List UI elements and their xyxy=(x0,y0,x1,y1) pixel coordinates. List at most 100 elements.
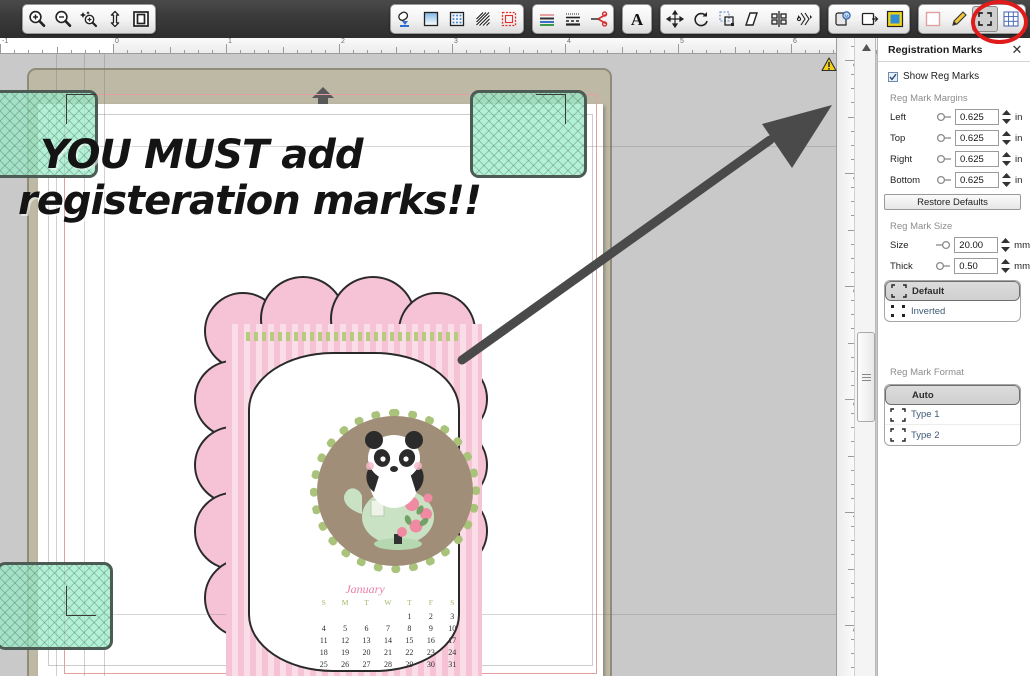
calendar-day-cell: 3 xyxy=(450,611,455,621)
show-reg-marks-row[interactable]: Show Reg Marks xyxy=(878,71,1030,82)
calendar-day-cell xyxy=(334,610,355,622)
zoom-selection-icon[interactable] xyxy=(76,6,102,32)
restore-defaults-button[interactable]: Restore Defaults xyxy=(884,194,1021,210)
field-label: Bottom xyxy=(890,174,921,186)
input-size[interactable] xyxy=(954,237,999,253)
slider-knob-icon[interactable] xyxy=(933,154,955,164)
move-icon[interactable] xyxy=(662,6,688,32)
slider-knob-icon[interactable] xyxy=(933,261,955,271)
slider-knob-icon[interactable] xyxy=(933,240,955,250)
stepper-top[interactable] xyxy=(1001,131,1012,145)
vertical-scroll-thumb[interactable] xyxy=(857,332,875,422)
option-inverted[interactable]: Inverted xyxy=(885,301,1020,321)
calendar-day-cell: 17 xyxy=(448,635,457,645)
line-color-icon[interactable] xyxy=(534,6,560,32)
option-type-1[interactable]: Type 1 xyxy=(885,405,1020,425)
input-left[interactable] xyxy=(955,109,999,125)
unit-label: mm xyxy=(1014,260,1030,272)
field-left: Left in xyxy=(890,109,1030,125)
ruler-label: 0 xyxy=(115,38,119,45)
calendar-day-header: W xyxy=(384,598,392,607)
slider-knob-icon[interactable] xyxy=(933,175,955,185)
option-auto[interactable]: Auto xyxy=(885,385,1020,405)
fill-texture-icon[interactable] xyxy=(470,6,496,32)
calendar-day-cell: 20 xyxy=(362,647,371,657)
grid-icon[interactable] xyxy=(998,6,1024,32)
toolbar-group-zoom xyxy=(22,4,156,34)
reg-mark-format-options: Auto Type 1 Type 2 xyxy=(884,384,1021,446)
ruler-tick xyxy=(324,50,326,53)
warning-triangle-icon[interactable] xyxy=(821,57,837,72)
reg-mark-margins-title: Reg Mark Margins xyxy=(890,93,968,104)
align-icon[interactable] xyxy=(766,6,792,32)
zoom-out-icon[interactable] xyxy=(50,6,76,32)
field-top: Top in xyxy=(890,130,1030,146)
zoom-in-icon[interactable] xyxy=(24,6,50,32)
pen-settings-icon[interactable] xyxy=(946,6,972,32)
scale-icon[interactable] xyxy=(714,6,740,32)
offset-icon[interactable] xyxy=(856,6,882,32)
input-top[interactable] xyxy=(955,130,999,146)
close-icon[interactable]: ✕ xyxy=(1009,42,1025,58)
ruler-tick xyxy=(339,44,340,53)
stepper-left[interactable] xyxy=(1001,110,1012,124)
svg-text:M: M xyxy=(844,15,849,20)
field-label: Top xyxy=(890,132,906,144)
calendar-month-title: January xyxy=(345,582,385,596)
calendar-day-cell: 31 xyxy=(448,659,457,669)
ruler-tick xyxy=(367,50,369,53)
main-toolbar: A M xyxy=(0,0,1030,44)
stepper-thick[interactable] xyxy=(1000,259,1011,273)
design-canvas[interactable]: January SMTWTFS 1 2 3 4 5 6 7 8 9 10 11 12 13 14 15 16 1… xyxy=(0,54,836,676)
slider-knob-icon[interactable] xyxy=(933,112,955,122)
fill-pattern-icon[interactable] xyxy=(444,6,470,32)
horizontal-ruler[interactable]: -1 0 1 2 3 4 5 6 xyxy=(0,38,878,54)
fit-to-window-icon[interactable] xyxy=(128,6,154,32)
fill-gradient-icon[interactable] xyxy=(418,6,444,32)
ruler-tick xyxy=(480,50,482,53)
registration-marks-icon[interactable] xyxy=(972,6,998,32)
scroll-up-arrow[interactable] xyxy=(855,38,877,56)
stepper-bottom[interactable] xyxy=(1001,173,1012,187)
trace-icon[interactable] xyxy=(882,6,908,32)
ruler-tick xyxy=(42,50,44,53)
rotate-icon[interactable] xyxy=(688,6,714,32)
ruler-tick xyxy=(437,50,439,53)
ruler-tick xyxy=(155,50,157,53)
option-label: Inverted xyxy=(911,305,946,317)
reg-mark-top-right[interactable] xyxy=(470,90,587,178)
ruler-tick xyxy=(621,47,623,53)
ruler-tick xyxy=(211,50,213,53)
ruler-tick xyxy=(353,50,355,53)
text-style-icon[interactable]: A xyxy=(624,6,650,32)
stepper-right[interactable] xyxy=(1001,152,1012,166)
ruler-tick xyxy=(14,50,16,53)
option-type-2[interactable]: Type 2 xyxy=(885,425,1020,445)
fill-color-icon[interactable] xyxy=(392,6,418,32)
show-reg-marks-checkbox[interactable] xyxy=(888,71,898,82)
fill-print-border-icon[interactable] xyxy=(496,6,522,32)
input-thick[interactable] xyxy=(954,258,999,274)
ruler-tick xyxy=(649,50,651,53)
vertical-ruler[interactable]: 012345 xyxy=(836,38,854,676)
option-default[interactable]: Default xyxy=(885,281,1020,301)
ruler-tick xyxy=(734,47,736,53)
calendar-day-cell: 27 xyxy=(362,659,371,669)
panel-header: Registration Marks ✕ xyxy=(878,38,1030,62)
replicate-icon[interactable] xyxy=(792,6,818,32)
stepper-size[interactable] xyxy=(1000,238,1011,252)
ruler-tick xyxy=(720,50,722,53)
input-right[interactable] xyxy=(955,151,999,167)
line-style-icon[interactable] xyxy=(560,6,586,32)
cut-style-icon[interactable] xyxy=(586,6,612,32)
reg-mark-bottom-left[interactable] xyxy=(0,562,113,650)
modify-icon[interactable]: M xyxy=(830,6,856,32)
panda-teapot-calendar-design[interactable]: January SMTWTFS 1 2 3 4 5 6 7 8 9 10 11 12 13 14 15 16 1… xyxy=(98,164,598,676)
field-label: Right xyxy=(890,153,913,165)
fit-to-page-icon[interactable] xyxy=(102,6,128,32)
page-setup-icon[interactable] xyxy=(920,6,946,32)
slider-knob-icon[interactable] xyxy=(933,133,955,143)
vertical-scrollbar[interactable] xyxy=(854,38,876,676)
shear-icon[interactable] xyxy=(740,6,766,32)
input-bottom[interactable] xyxy=(955,172,999,188)
